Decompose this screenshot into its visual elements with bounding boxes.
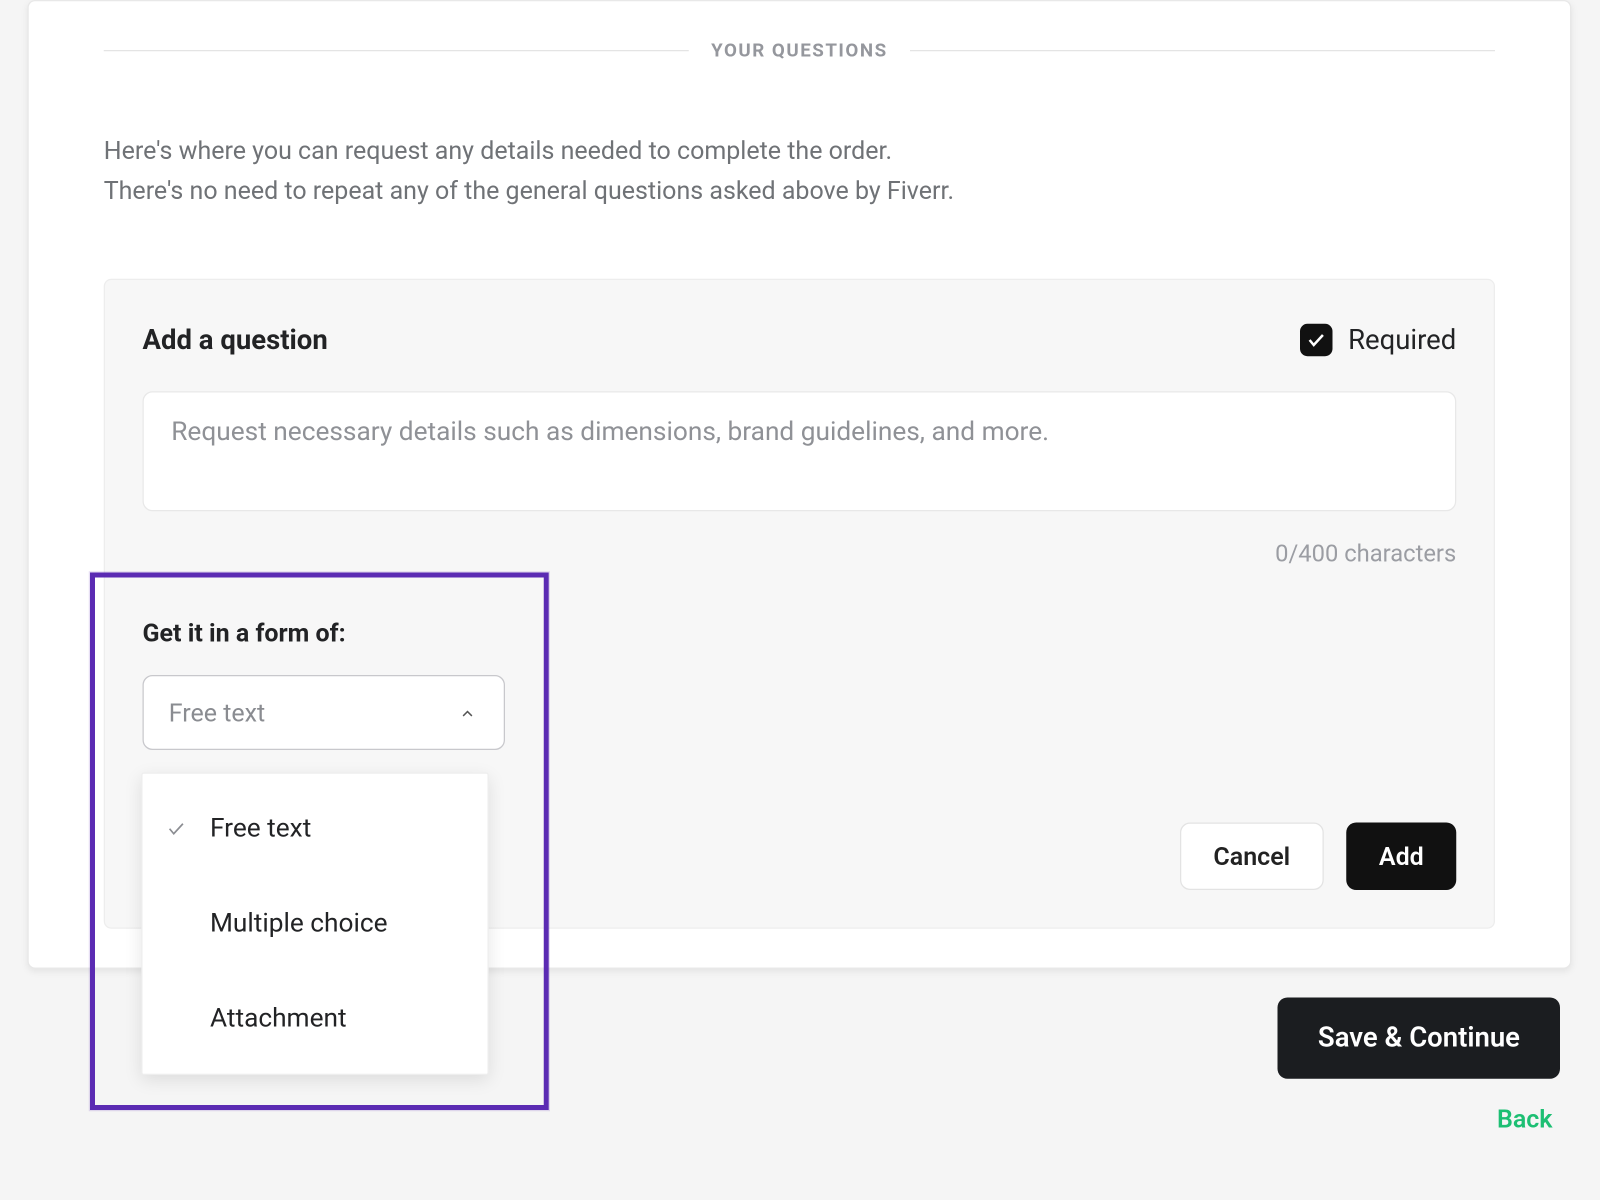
divider xyxy=(910,49,1495,50)
dropdown-option-label: Attachment xyxy=(210,1004,347,1034)
section-title: YOUR QUESTIONS xyxy=(711,39,887,62)
check-icon xyxy=(1307,330,1327,350)
panel-title: Add a question xyxy=(143,324,328,355)
dropdown-selected-value: Free text xyxy=(169,698,265,728)
dropdown-option-free-text[interactable]: Free text xyxy=(143,781,488,876)
add-button[interactable]: Add xyxy=(1346,823,1456,891)
answer-type-dropdown[interactable]: Free text xyxy=(143,675,506,750)
intro-line1: Here's where you can request any details… xyxy=(104,130,1495,170)
required-toggle[interactable]: Required xyxy=(1301,324,1457,357)
intro-line2: There's no need to repeat any of the gen… xyxy=(104,170,1495,210)
form-of-label: Get it in a form of: xyxy=(143,618,1457,648)
dropdown-option-label: Multiple choice xyxy=(210,909,388,939)
char-counter: 0/400 characters xyxy=(143,539,1457,568)
section-header: YOUR QUESTIONS xyxy=(29,1,1570,61)
back-link[interactable]: Back xyxy=(1497,1104,1560,1134)
divider xyxy=(104,49,689,50)
required-checkbox[interactable] xyxy=(1301,324,1334,357)
required-label: Required xyxy=(1348,324,1456,355)
dropdown-option-label: Free text xyxy=(210,814,311,844)
chevron-up-icon xyxy=(459,704,477,722)
intro-text: Here's where you can request any details… xyxy=(29,61,1570,210)
check-icon xyxy=(158,819,196,839)
question-input[interactable] xyxy=(143,391,1457,511)
dropdown-option-attachment[interactable]: Attachment xyxy=(143,971,488,1066)
cancel-button[interactable]: Cancel xyxy=(1180,823,1324,891)
dropdown-option-multiple-choice[interactable]: Multiple choice xyxy=(143,876,488,971)
answer-type-menu: Free text Multiple choice Attachment xyxy=(141,773,489,1076)
save-continue-button[interactable]: Save & Continue xyxy=(1278,998,1560,1079)
